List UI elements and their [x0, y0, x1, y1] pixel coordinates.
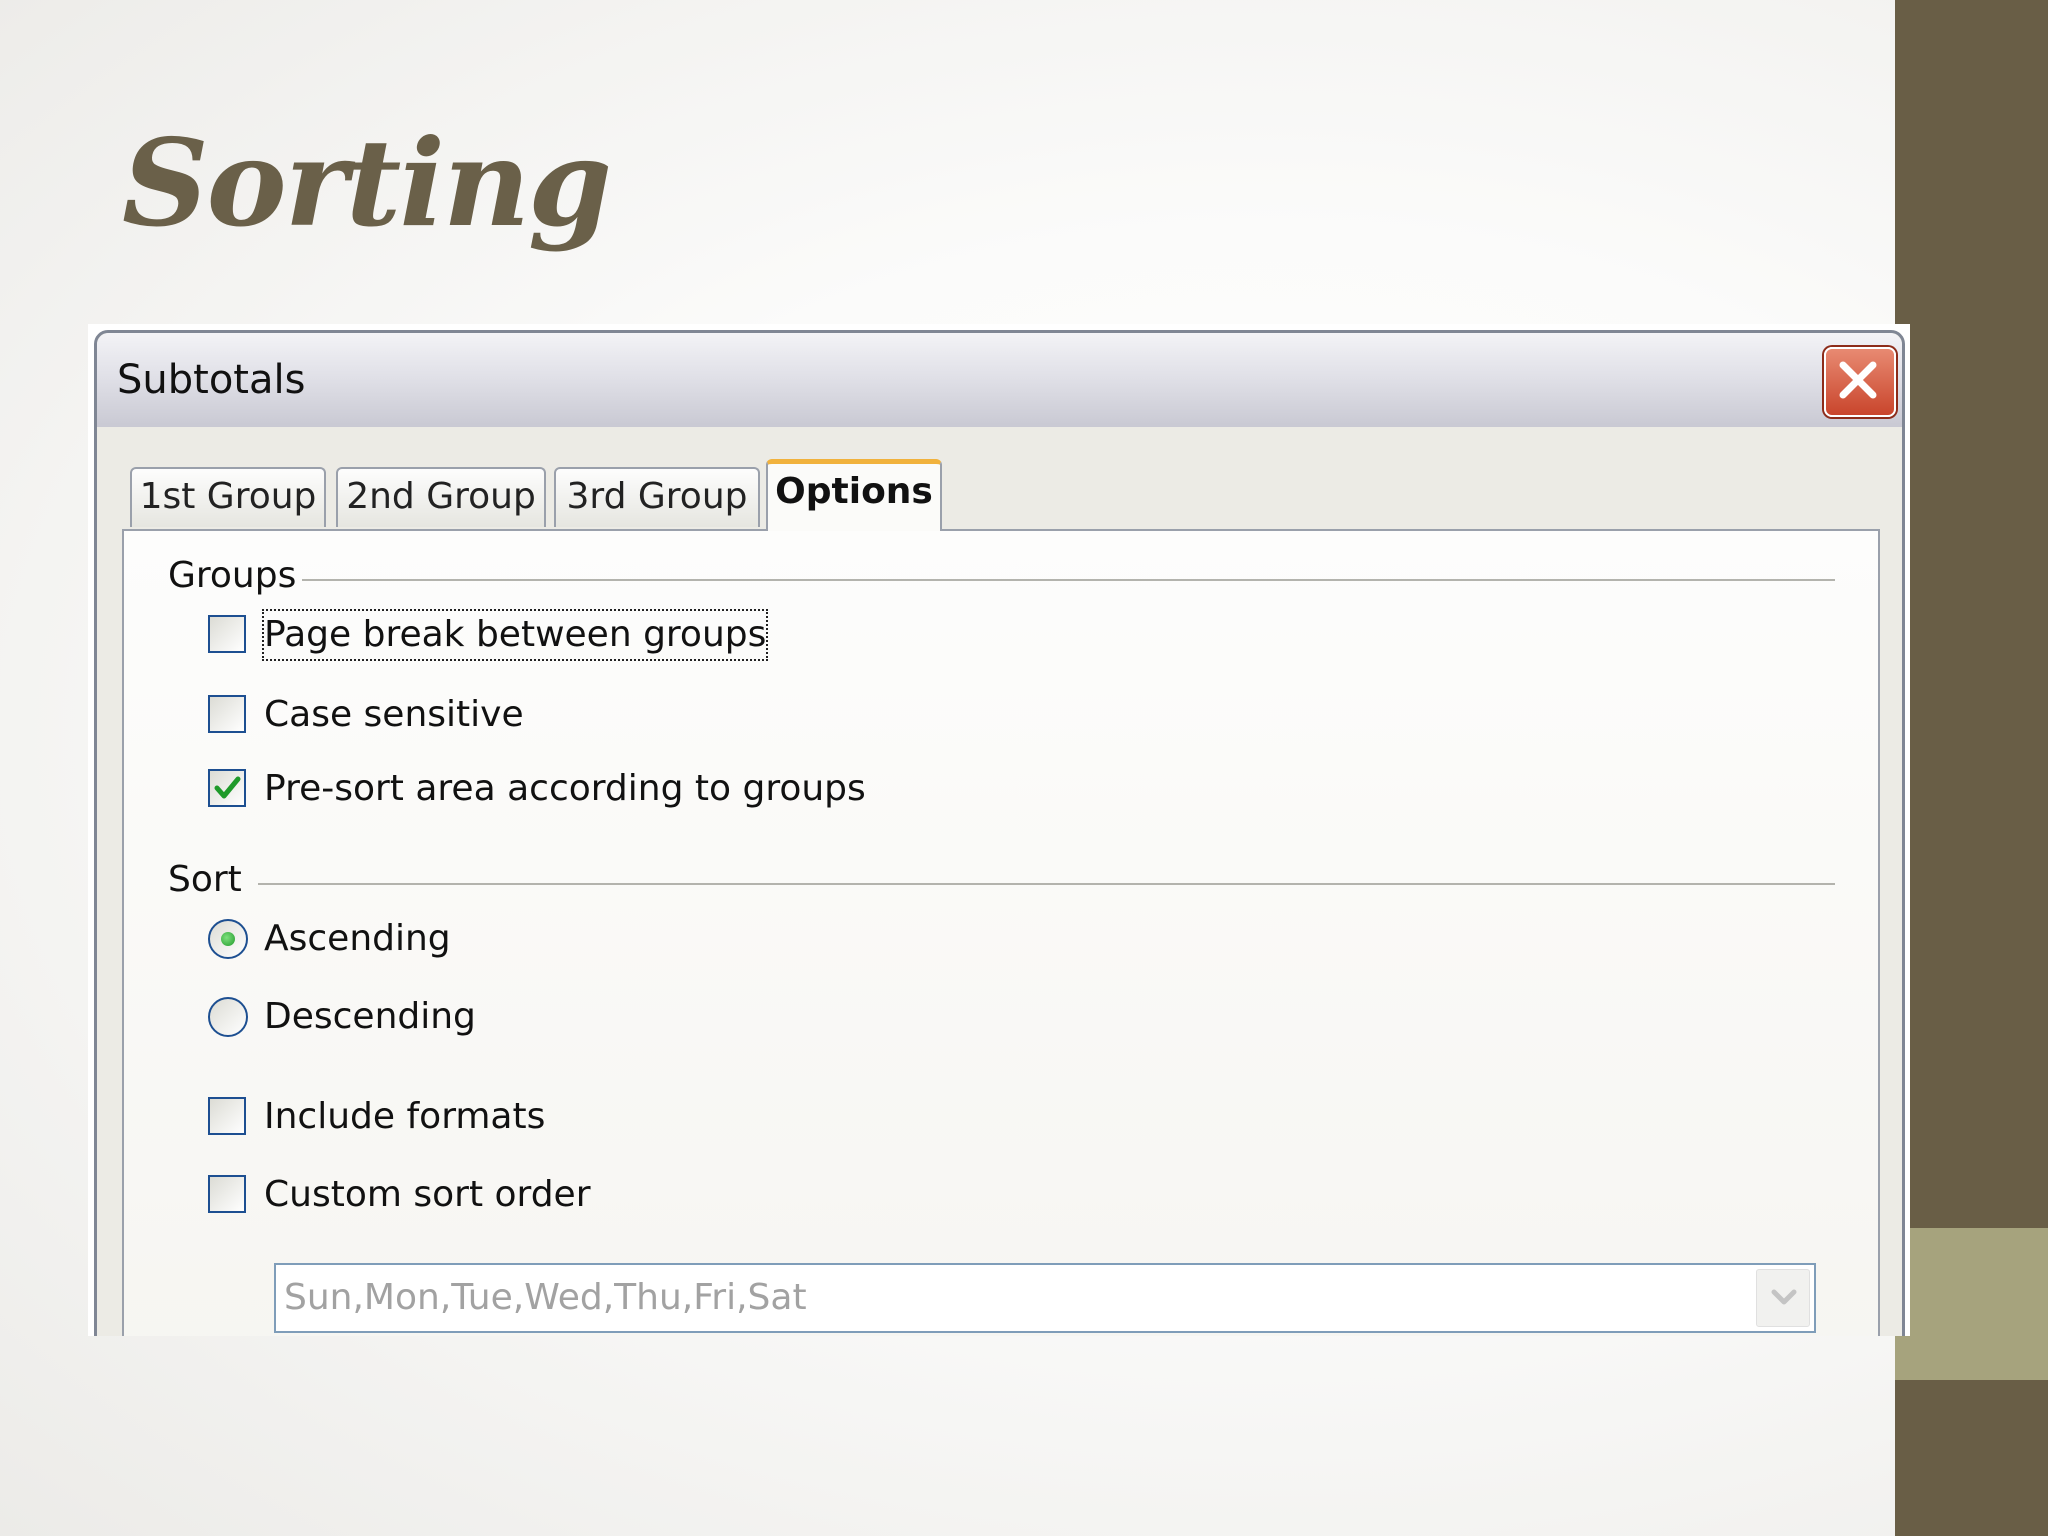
custom-sort-label[interactable]: Custom sort order [264, 1171, 591, 1219]
custom-sort-order-select[interactable]: Sun,Mon,Tue,Wed,Thu,Fri,Sat [274, 1263, 1816, 1333]
sort-section-divider [258, 883, 1835, 885]
slide-accent-block [1895, 1228, 2048, 1380]
dialog-screenshot: Subtotals 1st Group 2nd Group 3rd Group … [88, 324, 1910, 1336]
close-x-icon [1839, 361, 1877, 399]
sort-section-label: Sort [168, 859, 242, 900]
tab-1st-group[interactable]: 1st Group [130, 467, 326, 527]
slide-title: Sorting [122, 113, 612, 254]
descending-radio[interactable] [208, 997, 248, 1037]
window-title: Subtotals [117, 357, 306, 403]
dropdown-button[interactable] [1756, 1269, 1810, 1327]
presort-checkbox[interactable] [208, 769, 246, 807]
subtotals-window: Subtotals 1st Group 2nd Group 3rd Group … [94, 330, 1905, 1336]
radio-selected-dot [221, 932, 235, 946]
tab-3rd-group[interactable]: 3rd Group [554, 467, 760, 527]
tab-options[interactable]: Options [766, 459, 942, 531]
custom-sort-checkbox[interactable] [208, 1175, 246, 1213]
descending-label[interactable]: Descending [264, 993, 476, 1041]
page-break-checkbox[interactable] [208, 615, 246, 653]
chevron-down-icon [1771, 1289, 1797, 1305]
custom-sort-order-value: Sun,Mon,Tue,Wed,Thu,Fri,Sat [284, 1277, 807, 1318]
presort-label[interactable]: Pre-sort area according to groups [264, 765, 866, 813]
checkmark-icon [214, 776, 241, 799]
ascending-radio[interactable] [208, 919, 248, 959]
groups-section-label: Groups [168, 555, 297, 596]
close-button[interactable] [1824, 347, 1896, 417]
ascending-label[interactable]: Ascending [264, 915, 451, 963]
groups-section-divider [302, 579, 1835, 581]
include-formats-label[interactable]: Include formats [264, 1093, 545, 1141]
tab-2nd-group[interactable]: 2nd Group [336, 467, 546, 527]
window-titlebar[interactable]: Subtotals [97, 333, 1902, 427]
case-sensitive-label[interactable]: Case sensitive [264, 691, 524, 739]
include-formats-checkbox[interactable] [208, 1097, 246, 1135]
options-panel: Groups Page break between groups Case se… [122, 529, 1880, 1336]
page-break-label[interactable]: Page break between groups [261, 609, 769, 661]
case-sensitive-checkbox[interactable] [208, 695, 246, 733]
